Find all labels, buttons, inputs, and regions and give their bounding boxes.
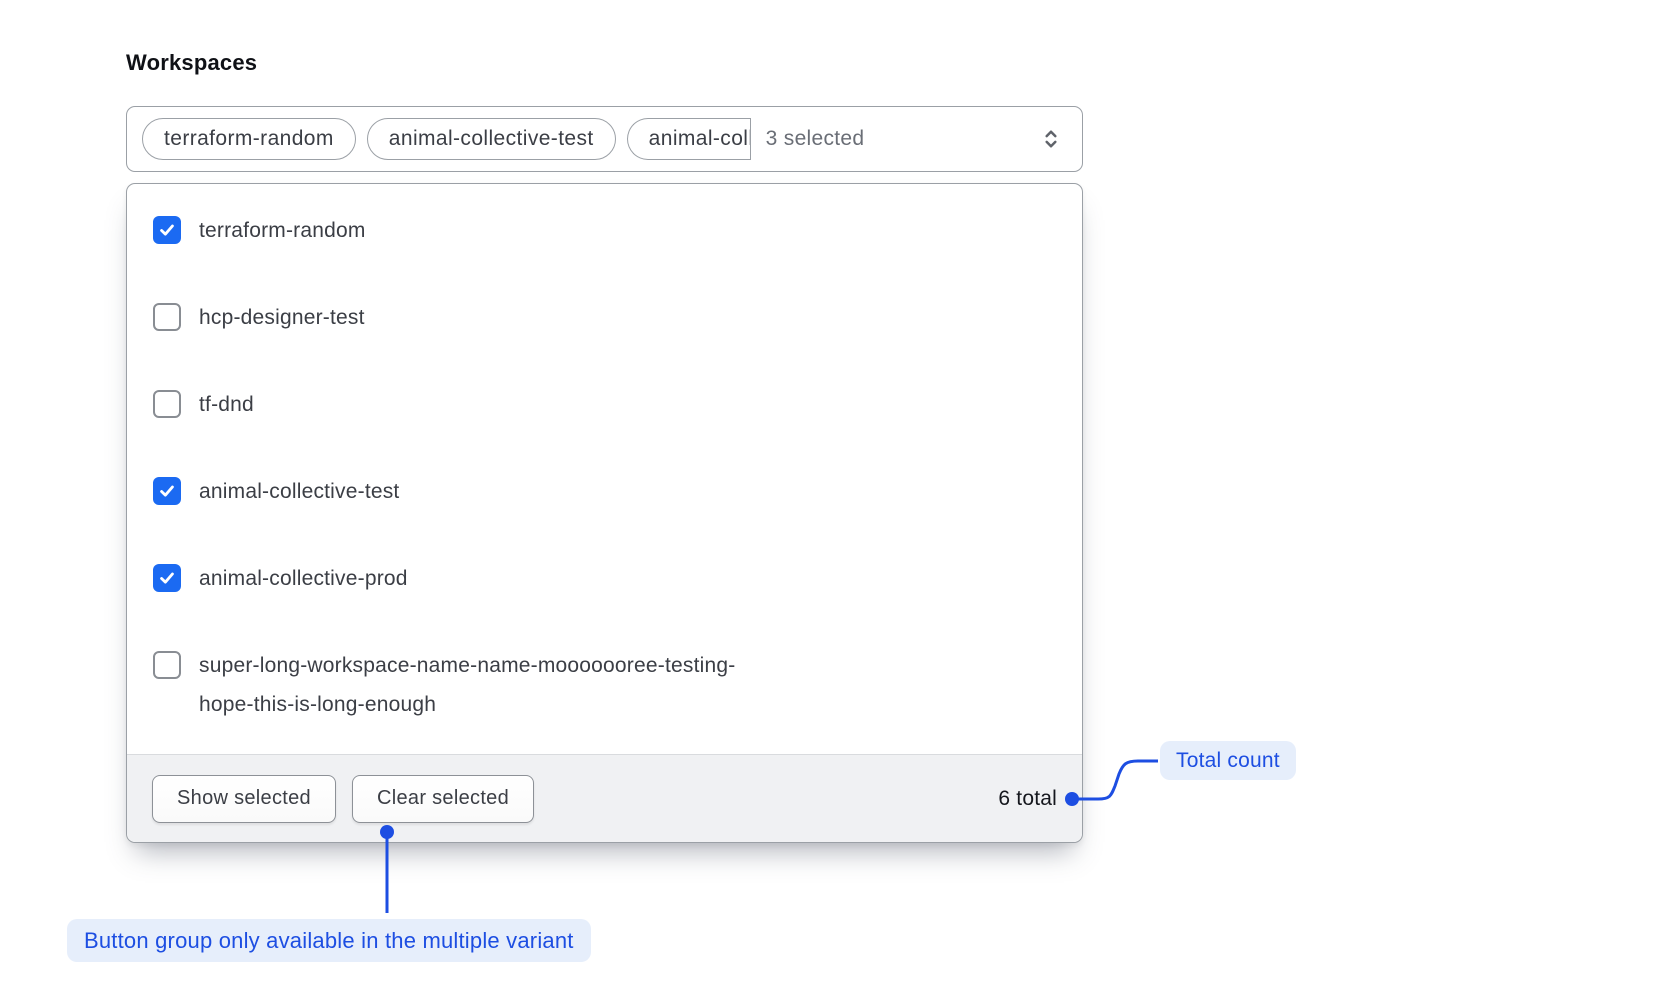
selected-pill-clipped: animal-collective-prod — [627, 118, 751, 160]
option-row[interactable]: tf-dnd — [153, 385, 1056, 424]
total-count-text: 6 total — [998, 787, 1057, 811]
checkmark-icon — [157, 220, 177, 240]
option-row[interactable]: animal-collective-test — [153, 472, 1056, 511]
option-checkbox[interactable] — [153, 477, 181, 505]
selected-count-text: 3 selected — [766, 127, 865, 151]
show-selected-button[interactable]: Show selected — [152, 775, 336, 823]
option-label: tf-dnd — [199, 385, 254, 424]
option-row[interactable]: animal-collective-prod — [153, 559, 1056, 598]
field-label: Workspaces — [126, 50, 257, 76]
option-label: terraform-random — [199, 211, 366, 250]
option-checkbox[interactable] — [153, 303, 181, 331]
selected-pill: animal-collective-prod — [627, 118, 751, 160]
option-label: animal-collective-prod — [199, 559, 408, 598]
clear-selected-button[interactable]: Clear selected — [352, 775, 534, 823]
option-row[interactable]: hcp-designer-test — [153, 298, 1056, 337]
option-label: super-long-workspace-name-name-moooooore… — [199, 646, 789, 724]
option-list: terraform-random hcp-designer-test tf-dn… — [127, 184, 1082, 754]
option-checkbox[interactable] — [153, 564, 181, 592]
selected-pill: animal-collective-test — [367, 118, 616, 160]
dropdown-listbox: terraform-random hcp-designer-test tf-dn… — [126, 183, 1083, 843]
option-row[interactable]: super-long-workspace-name-name-moooooore… — [153, 646, 1056, 724]
multi-select-trigger[interactable]: terraform-random animal-collective-test … — [126, 106, 1083, 172]
option-label: hcp-designer-test — [199, 298, 365, 337]
option-label: animal-collective-test — [199, 472, 399, 511]
super-select-demo: Workspaces terraform-random animal-colle… — [0, 0, 1672, 1008]
checkmark-icon — [157, 568, 177, 588]
listbox-footer: Show selected Clear selected 6 total — [127, 754, 1082, 842]
option-checkbox[interactable] — [153, 651, 181, 679]
selected-pill: terraform-random — [142, 118, 356, 160]
total-count-annotation: Total count — [1160, 741, 1296, 780]
option-row[interactable]: terraform-random — [153, 211, 1056, 250]
button-group-annotation: Button group only available in the multi… — [67, 919, 591, 962]
caret-sort-icon — [1038, 126, 1064, 152]
option-checkbox[interactable] — [153, 390, 181, 418]
option-checkbox[interactable] — [153, 216, 181, 244]
checkmark-icon — [157, 481, 177, 501]
